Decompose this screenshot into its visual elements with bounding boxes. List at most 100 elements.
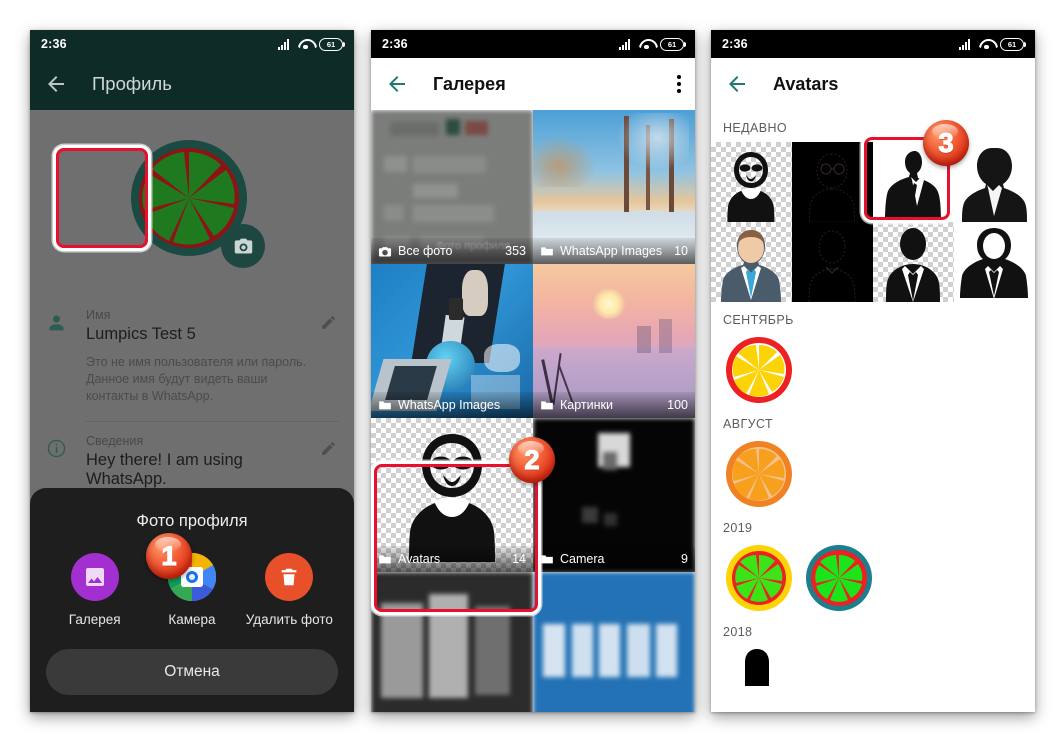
avatar-item-lime-teal-ring[interactable]: [803, 542, 875, 614]
battery-icon: 61: [660, 37, 687, 51]
sheet-title: Фото профиля: [136, 512, 248, 530]
album-count: 100: [667, 398, 688, 412]
page-title: Профиль: [92, 73, 172, 94]
album-label-bar: Avatars 14: [371, 546, 533, 572]
status-bar-2: 2:36 61: [371, 30, 695, 58]
avatar-thumb-6[interactable]: [792, 222, 873, 302]
page-title: Avatars: [773, 73, 839, 94]
kebab-menu-icon[interactable]: [677, 75, 681, 93]
album-cell-pictures[interactable]: Картинки 100: [533, 264, 695, 418]
page-title: Галерея: [433, 73, 506, 94]
avatar-row-august: [711, 438, 1035, 510]
screenshot-stage: 2:36 61 Профиль Имя Lumpics Test 5 Это н…: [0, 0, 1064, 740]
album-count: 14: [512, 552, 526, 566]
avatar-thumb-8[interactable]: [954, 222, 1035, 302]
back-arrow-icon[interactable]: [44, 72, 68, 96]
folder-icon: [541, 246, 553, 255]
name-field-content: Имя Lumpics Test 5 Это не имя пользовате…: [86, 308, 320, 405]
gallery-action-button[interactable]: Галерея: [50, 543, 140, 635]
delete-photo-action-button[interactable]: Удалить фото: [244, 543, 334, 635]
change-photo-button[interactable]: [221, 224, 265, 268]
camera-icon: [378, 246, 392, 256]
appbar-profile: Профиль: [30, 58, 354, 110]
album-cell-blurred-2[interactable]: [533, 572, 695, 712]
about-field-content: Сведения Hey there! I am using WhatsApp.: [86, 434, 320, 489]
album-cell-avatars[interactable]: Avatars 14: [371, 418, 533, 572]
section-heading-august: АВГУСТ: [723, 417, 774, 431]
album-count: 353: [505, 244, 526, 258]
album-count: 9: [681, 552, 688, 566]
status-time: 2:36: [382, 37, 408, 51]
avatar-thumb-1[interactable]: [711, 142, 792, 222]
delete-photo-action-label: Удалить фото: [245, 612, 333, 627]
album-label-bar: Все фото 353: [371, 238, 533, 264]
album-thumb: [533, 572, 695, 712]
wifi-icon: [979, 39, 994, 50]
back-arrow-icon[interactable]: [725, 72, 749, 96]
name-label: Имя: [86, 308, 111, 322]
section-heading-2018: 2018: [723, 625, 753, 639]
phone-panel-2: 2:36 61 Галерея Все фото 353 WhatsApp Im…: [371, 30, 695, 712]
trash-icon: [265, 553, 314, 601]
avatar-thumb-2[interactable]: [792, 142, 873, 222]
status-icons: 61: [278, 37, 346, 51]
album-label-bar: Camera 9: [533, 546, 695, 572]
album-cell-whatsapp-images-2[interactable]: WhatsApp Images: [371, 264, 533, 418]
battery-icon: 61: [319, 37, 346, 51]
section-heading-recent: НЕДАВНО: [723, 121, 788, 135]
back-arrow-icon[interactable]: [385, 72, 409, 96]
wifi-icon: [298, 39, 313, 50]
album-name: Картинки: [560, 398, 613, 412]
about-label: Сведения: [86, 434, 144, 448]
album-label-bar: Картинки 100: [533, 392, 695, 418]
status-icons: 61: [959, 37, 1027, 51]
name-hint: Это не имя пользователя или пароль. Данн…: [86, 355, 307, 403]
signal-icon: [619, 38, 633, 50]
album-grid: Фото профиля Все фото 353: [371, 110, 695, 712]
profile-photo-bottom-sheet: Фото профиля Галерея Камера Удалить фото…: [30, 488, 354, 712]
battery-level: 61: [1007, 39, 1017, 49]
folder-icon: [379, 400, 391, 409]
cancel-button[interactable]: Отмена: [46, 649, 338, 695]
camera-icon: [234, 238, 252, 253]
avatar-thumb-5[interactable]: [711, 222, 792, 302]
album-name: WhatsApp Images: [398, 398, 501, 412]
status-icons: 61: [619, 37, 687, 51]
avatar-row-2018: [711, 646, 1035, 712]
album-cell-all-photos[interactable]: Фото профиля Все фото 353: [371, 110, 533, 264]
avatar-grid-recent: [711, 142, 1035, 302]
gallery-action-label: Галерея: [68, 612, 121, 627]
signal-icon: [959, 38, 973, 50]
battery-level: 61: [326, 39, 336, 49]
avatar-item-lime-yellow-ring[interactable]: [723, 542, 795, 614]
album-label-bar: WhatsApp Images: [371, 392, 533, 418]
profile-field-about[interactable]: Сведения Hey there! I am using WhatsApp.: [46, 422, 338, 495]
avatars-body: НЕДАВНО СЕНТЯБРЬ АВГУСТ 2019 2018: [711, 110, 1035, 712]
info-icon: [46, 434, 86, 489]
section-heading-september: СЕНТЯБРЬ: [723, 313, 794, 327]
step-badge-3: 3: [923, 120, 969, 166]
album-count: 10: [674, 244, 688, 258]
avatar-item-lemon-yellow[interactable]: [723, 334, 795, 406]
step-badge-2: 2: [509, 437, 555, 483]
gallery-icon: [70, 553, 119, 601]
album-cell-blurred-1[interactable]: [371, 572, 533, 712]
avatar-thumb-7[interactable]: [873, 222, 954, 302]
avatar-item-silhouette[interactable]: [723, 646, 795, 712]
album-name: Avatars: [398, 552, 441, 566]
folder-icon: [541, 554, 553, 563]
appbar-gallery: Галерея: [371, 58, 695, 110]
pencil-icon[interactable]: [320, 434, 338, 462]
battery-level: 61: [667, 39, 677, 49]
profile-body: Имя Lumpics Test 5 Это не имя пользовате…: [30, 110, 354, 712]
sheet-actions: Галерея Камера Удалить фото: [46, 543, 338, 635]
profile-avatar[interactable]: [127, 138, 265, 268]
album-cell-camera[interactable]: Camera 9: [533, 418, 695, 572]
avatar-item-orange[interactable]: [723, 438, 795, 510]
album-name: Camera: [560, 552, 605, 566]
album-cell-whatsapp-images-1[interactable]: WhatsApp Images 10: [533, 110, 695, 264]
profile-field-name[interactable]: Имя Lumpics Test 5 Это не имя пользовате…: [46, 296, 338, 411]
about-value: Hey there! I am using WhatsApp.: [86, 451, 243, 488]
status-time: 2:36: [722, 37, 748, 51]
pencil-icon[interactable]: [320, 308, 338, 336]
